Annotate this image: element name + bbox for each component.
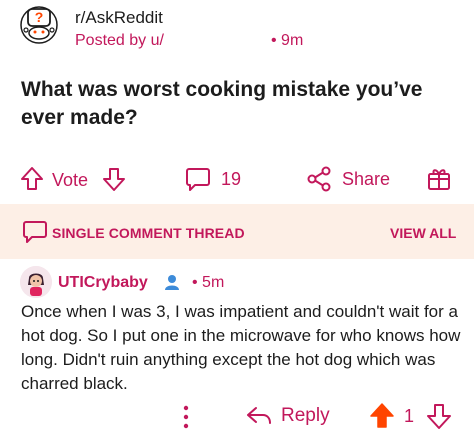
comment-count: 19 <box>221 168 242 189</box>
post-header: ? r/AskReddit Posted by u/ • 9m <box>0 0 474 60</box>
vote-label: Vote <box>52 170 89 190</box>
view-all-button[interactable]: VIEW ALL <box>390 225 456 241</box>
share-label: Share <box>342 168 391 189</box>
more-options-button[interactable] <box>181 404 191 430</box>
comments-button[interactable]: 19 <box>185 166 241 192</box>
single-comment-thread-banner: SINGLE COMMENT THREAD VIEW ALL <box>0 204 474 259</box>
comment-timestamp: • 5m <box>192 274 225 291</box>
comment-score: 1 <box>404 406 415 426</box>
reply-button[interactable]: Reply <box>245 404 330 428</box>
upvote-icon <box>369 402 395 430</box>
posted-by-label[interactable]: Posted by u/ <box>75 32 164 50</box>
comment-upvote-button[interactable] <box>369 402 395 430</box>
svg-text:?: ? <box>35 9 44 25</box>
comment-action-bar: Reply 1 <box>0 400 474 434</box>
more-vertical-icon <box>181 404 191 430</box>
upvote-button[interactable] <box>20 166 44 192</box>
chat-bubble-icon <box>22 220 48 249</box>
upvote-icon <box>20 166 44 192</box>
comment-username[interactable]: UTICrybaby <box>58 274 148 292</box>
share-button[interactable]: Share <box>306 166 390 192</box>
share-icon <box>306 166 332 192</box>
single-comment-thread-label: SINGLE COMMENT THREAD <box>52 225 245 241</box>
post-title[interactable]: What was worst cooking mistake you’ve ev… <box>21 76 461 132</box>
comment-author-row: UTICrybaby • 5m <box>20 266 460 298</box>
comment-downvote-button[interactable] <box>426 402 452 430</box>
user-avatar-icon[interactable] <box>20 266 52 298</box>
downvote-icon <box>102 166 126 192</box>
award-button[interactable] <box>426 166 452 192</box>
post-timestamp: • 9m <box>271 32 304 49</box>
downvote-button[interactable] <box>102 166 126 192</box>
subreddit-name[interactable]: r/AskReddit <box>75 8 163 28</box>
post-action-bar: Vote 19 Share <box>0 160 474 200</box>
comment-body: Once when I was 3, I was impatient and c… <box>21 302 461 393</box>
reply-icon <box>245 404 273 428</box>
subreddit-avatar-icon[interactable]: ? <box>20 6 58 44</box>
online-user-icon <box>164 274 184 297</box>
reply-label: Reply <box>281 405 330 426</box>
award-icon <box>426 166 452 192</box>
comment-icon <box>185 166 211 192</box>
downvote-icon <box>426 402 452 430</box>
